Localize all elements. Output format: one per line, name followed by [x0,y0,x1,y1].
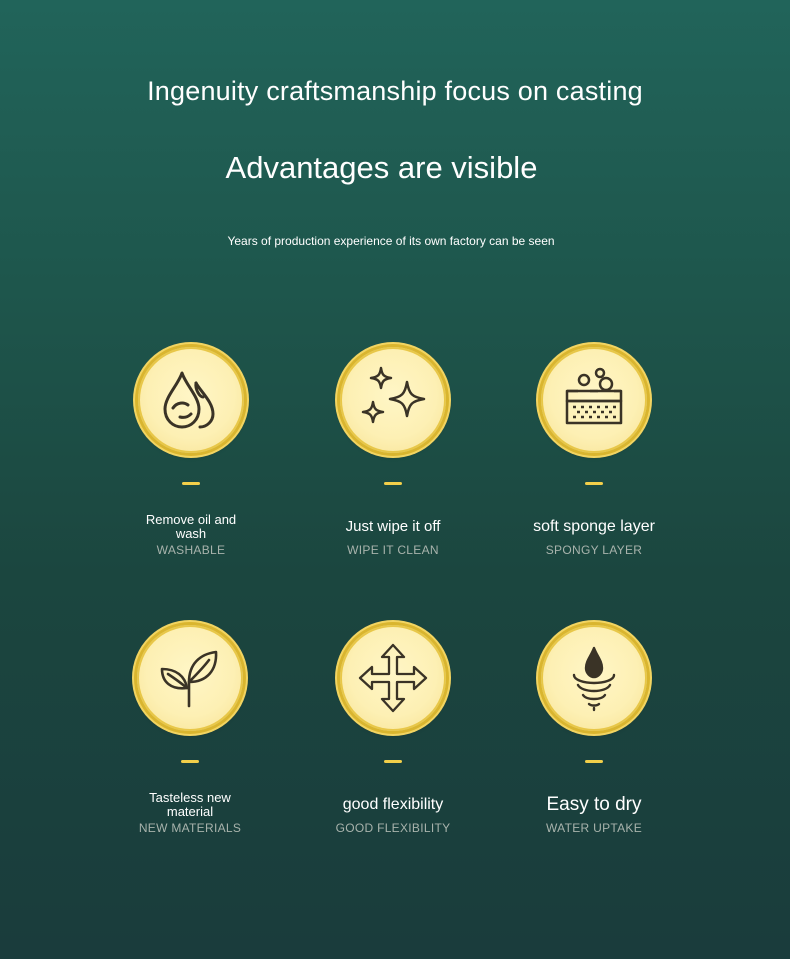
four-way-arrows-icon [358,643,428,713]
medal-badge [138,347,244,453]
feature-sublabel: WATER UPTAKE [545,821,643,835]
feature-label-text: soft sponge layer [533,518,655,535]
feature-good-flexibility: good flexibility GOOD FLEXIBILITY [293,625,493,865]
accent-dash [384,482,402,485]
accent-dash [585,482,603,485]
feature-new-materials: Tasteless new material NEW MATERIALS [90,625,290,865]
medal-badge [340,625,446,731]
page-title: Ingenuity craftsmanship focus on casting [147,76,643,106]
accent-dash [182,482,200,485]
accent-dash [585,760,603,763]
feature-washable: Remove oil and wash WASHABLE [91,347,291,587]
page-subtitle: Years of production experience of its ow… [227,234,555,248]
sparkle-icon [361,366,426,424]
water-drops-icon [163,371,215,429]
page-headline: Advantages are visible [225,150,538,185]
accent-dash [181,760,199,763]
feature-sublabel: WASHABLE [156,543,226,557]
medal-badge [340,347,446,453]
leaf-sprout-icon [160,650,218,708]
medal-badge [137,625,243,731]
feature-water-uptake: Easy to dry WATER UPTAKE [494,625,694,865]
feature-spongy-layer: soft sponge layer SPONGY LAYER [494,347,694,587]
feature-label-text: Tasteless new material [149,790,231,819]
hero-header: Ingenuity craftsmanship focus on casting… [0,0,790,300]
feature-sublabel: GOOD FLEXIBILITY [335,821,451,835]
feature-label-text: good flexibility [342,796,444,813]
accent-dash [384,760,402,763]
feature-sublabel: WIPE IT CLEAN [347,543,439,557]
feature-sublabel: SPONGY LAYER [545,543,643,557]
drop-swirl-icon [572,646,616,712]
medal-badge [541,625,647,731]
medal-badge [541,347,647,453]
feature-label-text: Remove oil and wash [145,512,237,541]
feature-label-text: Easy to dry [546,794,642,815]
feature-sublabel: NEW MATERIALS [138,821,242,835]
feature-wipe-clean: Just wipe it off WIPE IT CLEAN [293,347,493,587]
sponge-icon [565,367,623,425]
feature-label-text: Just wipe it off [345,518,441,535]
